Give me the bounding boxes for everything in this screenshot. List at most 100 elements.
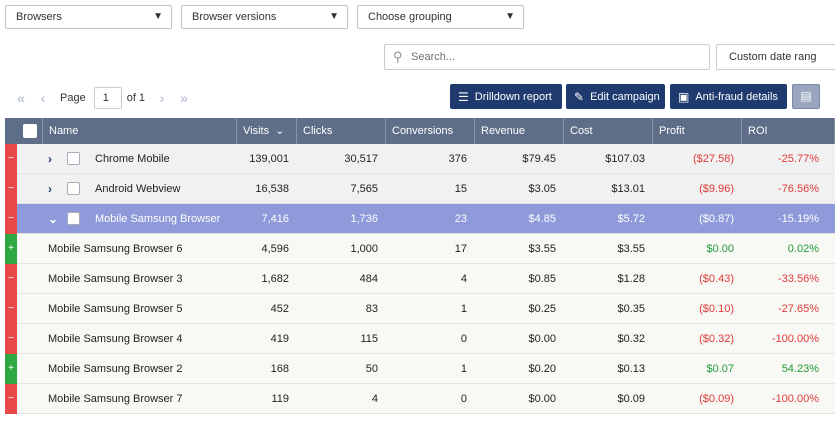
search-input[interactable]: ⚲ Search... xyxy=(384,44,710,70)
column-header-visits[interactable]: Visits ⌄ xyxy=(237,118,297,144)
row-name: Mobile Samsung Browser xyxy=(95,213,221,225)
row-checkbox[interactable] xyxy=(67,152,80,165)
cell-profit: ($27.58) xyxy=(693,153,734,165)
column-header-revenue[interactable]: Revenue xyxy=(475,118,564,144)
cell-roi: -27.65% xyxy=(778,303,819,315)
chevron-down-icon[interactable]: ⌄ xyxy=(48,204,58,234)
cell-clicks: 484 xyxy=(359,273,378,285)
drilldown-report-button[interactable]: ☰ Drilldown report xyxy=(450,84,562,109)
cell-conversions: 17 xyxy=(454,243,467,255)
cell-profit: ($0.32) xyxy=(699,333,734,345)
cell-profit: ($0.87) xyxy=(699,213,734,225)
grouping-select[interactable]: Choose grouping ▼ xyxy=(357,5,524,29)
cell-conversions: 0 xyxy=(460,393,467,405)
first-page-icon[interactable]: « xyxy=(10,90,32,106)
status-minus-icon[interactable]: − xyxy=(5,384,17,414)
status-plus-icon[interactable]: + xyxy=(5,354,17,384)
cell-profit: ($0.09) xyxy=(699,393,734,405)
cell-cost: $5.72 xyxy=(617,213,645,225)
chart-toggle-button[interactable]: ▤ xyxy=(792,84,820,109)
cell-roi: -76.56% xyxy=(778,183,819,195)
table-row[interactable]: − Mobile Samsung Browser 5 452 83 1 $0.25 $0.3… xyxy=(5,294,835,324)
table-row[interactable]: + Mobile Samsung Browser 6 4,596 1,000 17 $3.… xyxy=(5,234,835,264)
column-header-roi[interactable]: ROI xyxy=(742,118,835,144)
cell-visits: 119 xyxy=(271,393,289,405)
cell-roi: -100.00% xyxy=(771,393,819,405)
column-header-clicks[interactable]: Clicks xyxy=(297,118,386,144)
row-name: Mobile Samsung Browser 4 xyxy=(48,333,183,345)
column-header-profit[interactable]: Profit xyxy=(653,118,742,144)
status-minus-icon[interactable]: − xyxy=(5,324,17,354)
column-header-name-label: Name xyxy=(49,125,79,137)
cell-cost: $107.03 xyxy=(605,153,645,165)
cell-roi: 54.23% xyxy=(781,363,819,375)
cell-clicks: 83 xyxy=(365,303,378,315)
edit-campaign-label: Edit campaign xyxy=(590,90,660,103)
cell-visits: 452 xyxy=(270,303,289,315)
cell-cost: $0.13 xyxy=(617,363,645,375)
cell-revenue: $4.85 xyxy=(528,213,556,225)
sort-desc-icon: ⌄ xyxy=(275,125,285,137)
table-row[interactable]: + Mobile Samsung Browser 2 168 50 1 $0.20 $0.1… xyxy=(5,354,835,384)
pagination: « ‹ Page 1 of 1 › » xyxy=(10,86,195,110)
cell-revenue: $0.25 xyxy=(528,303,556,315)
column-header-profit-label: Profit xyxy=(659,125,685,137)
table-row[interactable]: − › Android Webview 16,538 7,565 15 $3.05 $13.0… xyxy=(5,174,835,204)
cell-conversions: 1 xyxy=(460,363,467,375)
header-check-cell xyxy=(5,118,43,144)
table-row[interactable]: − ⌄ Mobile Samsung Browser 7,416 1,736 23 $4.8… xyxy=(5,204,835,234)
browsers-select[interactable]: Browsers ▼ xyxy=(5,5,172,29)
cell-visits: 419 xyxy=(270,333,289,345)
anti-fraud-details-button[interactable]: ▣ Anti-fraud details xyxy=(670,84,787,109)
cell-visits: 4,596 xyxy=(261,243,289,255)
status-minus-icon[interactable]: − xyxy=(5,294,17,324)
select-all-checkbox[interactable] xyxy=(23,124,37,138)
cell-roi: -100.00% xyxy=(771,333,819,345)
table-row[interactable]: − Mobile Samsung Browser 4 419 115 0 $0.00 $0.… xyxy=(5,324,835,354)
cell-cost: $1.28 xyxy=(617,273,645,285)
column-header-conversions-label: Conversions xyxy=(392,125,454,137)
page-of-label: of 1 xyxy=(126,92,146,104)
briefcase-icon: ▣ xyxy=(678,89,690,104)
status-plus-icon[interactable]: + xyxy=(5,234,17,264)
cell-visits: 139,001 xyxy=(249,153,289,165)
cell-profit: ($0.43) xyxy=(699,273,734,285)
browsers-select-value: Browsers xyxy=(16,11,62,23)
cell-clicks: 1,000 xyxy=(350,243,378,255)
edit-campaign-button[interactable]: ✎ Edit campaign xyxy=(566,84,665,109)
cell-cost: $0.32 xyxy=(617,333,645,345)
chevron-right-icon[interactable]: › xyxy=(48,174,52,204)
next-page-icon[interactable]: › xyxy=(151,90,173,106)
column-header-conversions[interactable]: Conversions xyxy=(386,118,475,144)
cell-cost: $0.35 xyxy=(617,303,645,315)
status-minus-icon[interactable]: − xyxy=(5,174,17,204)
row-checkbox[interactable] xyxy=(67,212,80,225)
row-checkbox[interactable] xyxy=(67,182,80,195)
table-row[interactable]: − › Chrome Mobile 139,001 30,517 376 $79.45 $10… xyxy=(5,144,835,174)
page-input[interactable]: 1 xyxy=(93,87,122,109)
cell-cost: $13.01 xyxy=(611,183,645,195)
caret-down-icon: ▼ xyxy=(153,11,163,22)
status-minus-icon[interactable]: − xyxy=(5,204,17,234)
cell-revenue: $3.55 xyxy=(528,243,556,255)
table-row[interactable]: − Mobile Samsung Browser 3 1,682 484 4 $0.85 $… xyxy=(5,264,835,294)
column-header-cost-label: Cost xyxy=(570,125,593,137)
cell-profit: ($0.10) xyxy=(699,303,734,315)
browser-versions-select[interactable]: Browser versions ▼ xyxy=(181,5,348,29)
column-header-cost[interactable]: Cost xyxy=(564,118,653,144)
column-header-name[interactable]: Name xyxy=(43,118,237,144)
caret-down-icon: ▼ xyxy=(505,11,515,22)
custom-date-range-button[interactable]: Custom date rang xyxy=(716,44,835,70)
prev-page-icon[interactable]: ‹ xyxy=(32,90,54,106)
table-row[interactable]: − Mobile Samsung Browser 7 119 4 0 $0.00 $0.09… xyxy=(5,384,835,414)
cell-cost: $0.09 xyxy=(617,393,645,405)
cell-revenue: $0.00 xyxy=(528,393,556,405)
last-page-icon[interactable]: » xyxy=(173,90,195,106)
row-name: Mobile Samsung Browser 2 xyxy=(48,363,183,375)
status-minus-icon[interactable]: − xyxy=(5,144,17,174)
cell-conversions: 0 xyxy=(460,333,467,345)
column-header-visits-label: Visits xyxy=(243,125,270,137)
search-icon: ⚲ xyxy=(393,49,403,64)
chevron-right-icon[interactable]: › xyxy=(48,144,52,174)
status-minus-icon[interactable]: − xyxy=(5,264,17,294)
